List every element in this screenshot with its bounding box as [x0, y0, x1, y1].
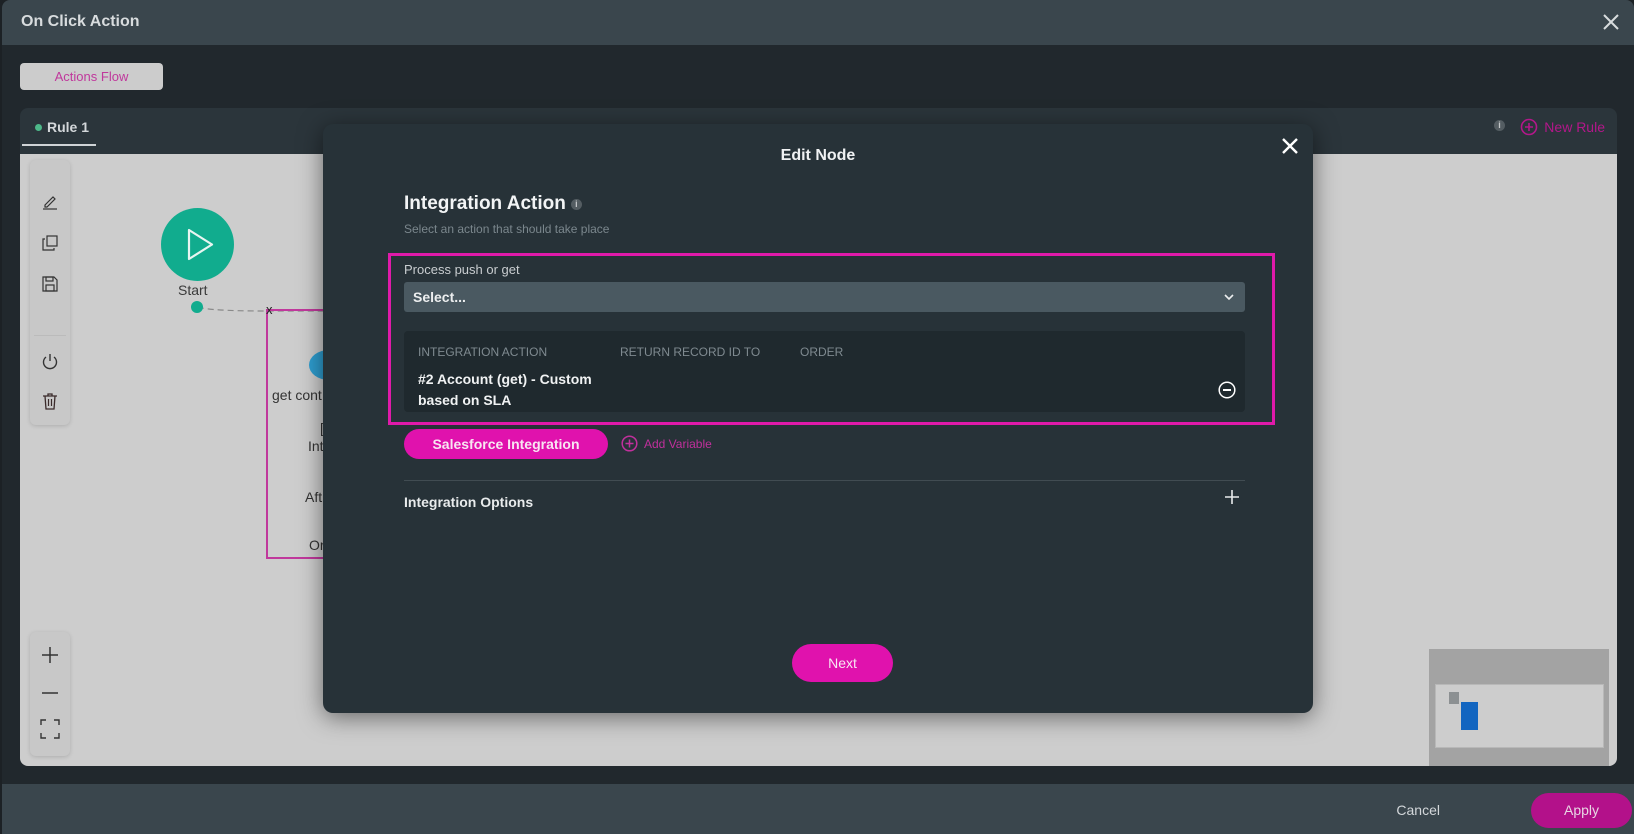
- minimap-integration-node: [1461, 702, 1478, 730]
- modal-title: Edit Node: [780, 147, 856, 164]
- section-subtitle: Select an action that should take place: [404, 222, 610, 236]
- tab-actions-flow[interactable]: Actions Flow: [20, 63, 163, 90]
- info-icon[interactable]: i: [1494, 120, 1505, 131]
- minimap[interactable]: [1429, 649, 1609, 766]
- node-text: Aft: [305, 489, 323, 505]
- start-label: Start: [178, 282, 208, 298]
- add-variable-button[interactable]: Add Variable: [621, 435, 712, 452]
- start-node[interactable]: [161, 208, 234, 281]
- window-title: On Click Action: [21, 13, 140, 30]
- integration-options-toggle[interactable]: Integration Options: [404, 494, 533, 510]
- column-header: RETURN RECORD ID TO: [620, 345, 761, 359]
- divider: [404, 480, 1245, 481]
- process-field-label: Process push or get: [404, 262, 520, 277]
- salesforce-integration-button[interactable]: Salesforce Integration: [404, 429, 608, 459]
- edit-node-modal: Edit Node Integration Action i Select an…: [323, 124, 1313, 713]
- start-output-port[interactable]: [191, 301, 203, 313]
- fit-screen-icon[interactable]: [39, 718, 61, 740]
- footer: Cancel Apply: [2, 784, 1634, 834]
- close-icon[interactable]: [1598, 9, 1624, 35]
- chevron-down-icon: [1224, 294, 1234, 301]
- next-button[interactable]: Next: [792, 644, 893, 682]
- process-push-or-get-select[interactable]: Select...: [404, 282, 1245, 312]
- play-icon: [187, 228, 214, 261]
- title-bar: On Click Action: [2, 0, 1634, 45]
- new-rule-button[interactable]: New Rule: [1520, 118, 1605, 136]
- rule-tab-label: Rule 1: [47, 119, 90, 135]
- close-icon[interactable]: [1279, 135, 1301, 157]
- plus-circle-icon: [621, 435, 638, 452]
- section-title: Integration Action i: [404, 193, 582, 215]
- info-icon[interactable]: i: [570, 198, 582, 210]
- new-rule-label: New Rule: [1544, 119, 1605, 135]
- remove-edge-icon[interactable]: x: [266, 302, 273, 317]
- minimap-viewport[interactable]: [1435, 684, 1604, 748]
- tab-rule-1[interactable]: Rule 1: [22, 108, 96, 146]
- integration-action-cell: #2 Account (get) - Custom based on SLA: [418, 371, 592, 408]
- column-header: ORDER: [800, 345, 844, 359]
- apply-button[interactable]: Apply: [1531, 793, 1632, 828]
- zoom-controls: [30, 632, 70, 756]
- cancel-button[interactable]: Cancel: [1396, 802, 1440, 818]
- node-title: get cont: [272, 387, 322, 403]
- select-value: Select...: [413, 289, 466, 305]
- minimap-start-node: [1449, 692, 1459, 704]
- rule-status-dot: [35, 124, 42, 131]
- trash-icon[interactable]: [39, 390, 61, 412]
- plus-icon[interactable]: [1224, 489, 1240, 505]
- integration-actions-table: INTEGRATION ACTION RETURN RECORD ID TO O…: [404, 331, 1245, 412]
- plus-circle-icon: [1520, 118, 1538, 136]
- zoom-out-icon[interactable]: [39, 682, 61, 704]
- section-title-text: Integration Action: [404, 193, 566, 214]
- zoom-in-icon[interactable]: [39, 644, 61, 666]
- remove-circle-icon[interactable]: [1218, 381, 1236, 399]
- column-header: INTEGRATION ACTION: [418, 345, 548, 359]
- node-text: Int: [308, 438, 324, 454]
- add-variable-label: Add Variable: [644, 436, 712, 451]
